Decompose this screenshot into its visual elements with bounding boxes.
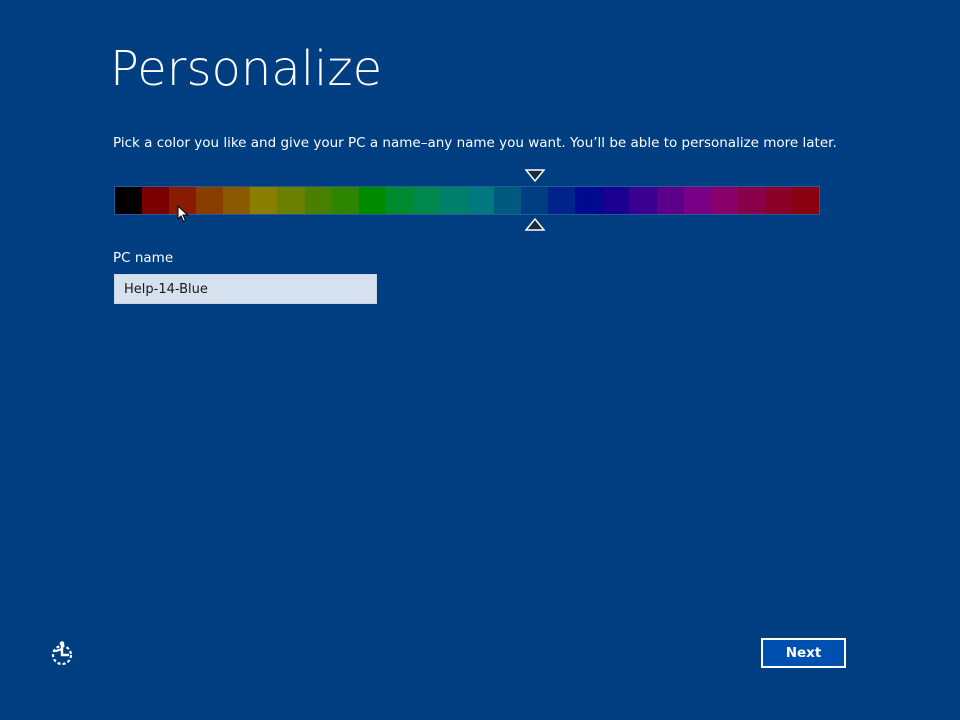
color-swatch[interactable] [277, 187, 305, 214]
color-swatch[interactable] [791, 187, 820, 214]
selection-marker-bottom-icon [524, 217, 545, 231]
color-swatch[interactable] [656, 187, 684, 214]
selection-marker-top-icon [524, 169, 545, 183]
color-swatch[interactable] [439, 187, 468, 214]
color-swatch[interactable] [304, 187, 332, 214]
color-picker[interactable] [114, 169, 820, 231]
color-swatch[interactable] [142, 187, 170, 214]
pc-name-input[interactable] [114, 274, 377, 304]
color-swatch[interactable] [737, 187, 765, 214]
color-swatch[interactable] [575, 187, 603, 214]
page-title: Personalize [110, 41, 383, 97]
color-swatch[interactable] [223, 187, 251, 214]
color-swatch[interactable] [494, 187, 522, 214]
color-swatch-strip[interactable] [114, 186, 820, 215]
color-swatch[interactable] [521, 187, 549, 214]
color-swatch[interactable] [548, 187, 576, 214]
color-swatch[interactable] [196, 187, 224, 214]
color-swatch[interactable] [602, 187, 630, 214]
color-swatch[interactable] [169, 187, 197, 214]
color-swatch[interactable] [683, 187, 711, 214]
color-swatch[interactable] [412, 187, 440, 214]
pc-name-label: PC name [113, 250, 174, 266]
color-swatch[interactable] [710, 187, 738, 214]
personalize-page: Personalize Pick a color you like and gi… [0, 0, 960, 720]
instruction-text: Pick a color you like and give your PC a… [113, 135, 837, 151]
color-swatch[interactable] [250, 187, 278, 214]
ease-of-access-icon[interactable] [48, 640, 76, 668]
color-swatch[interactable] [115, 187, 143, 214]
color-swatch[interactable] [629, 187, 657, 214]
color-swatch[interactable] [385, 187, 413, 214]
color-swatch[interactable] [358, 187, 386, 214]
next-button[interactable]: Next [761, 638, 846, 668]
color-swatch[interactable] [467, 187, 495, 214]
color-swatch[interactable] [331, 187, 359, 214]
color-swatch[interactable] [764, 187, 792, 214]
